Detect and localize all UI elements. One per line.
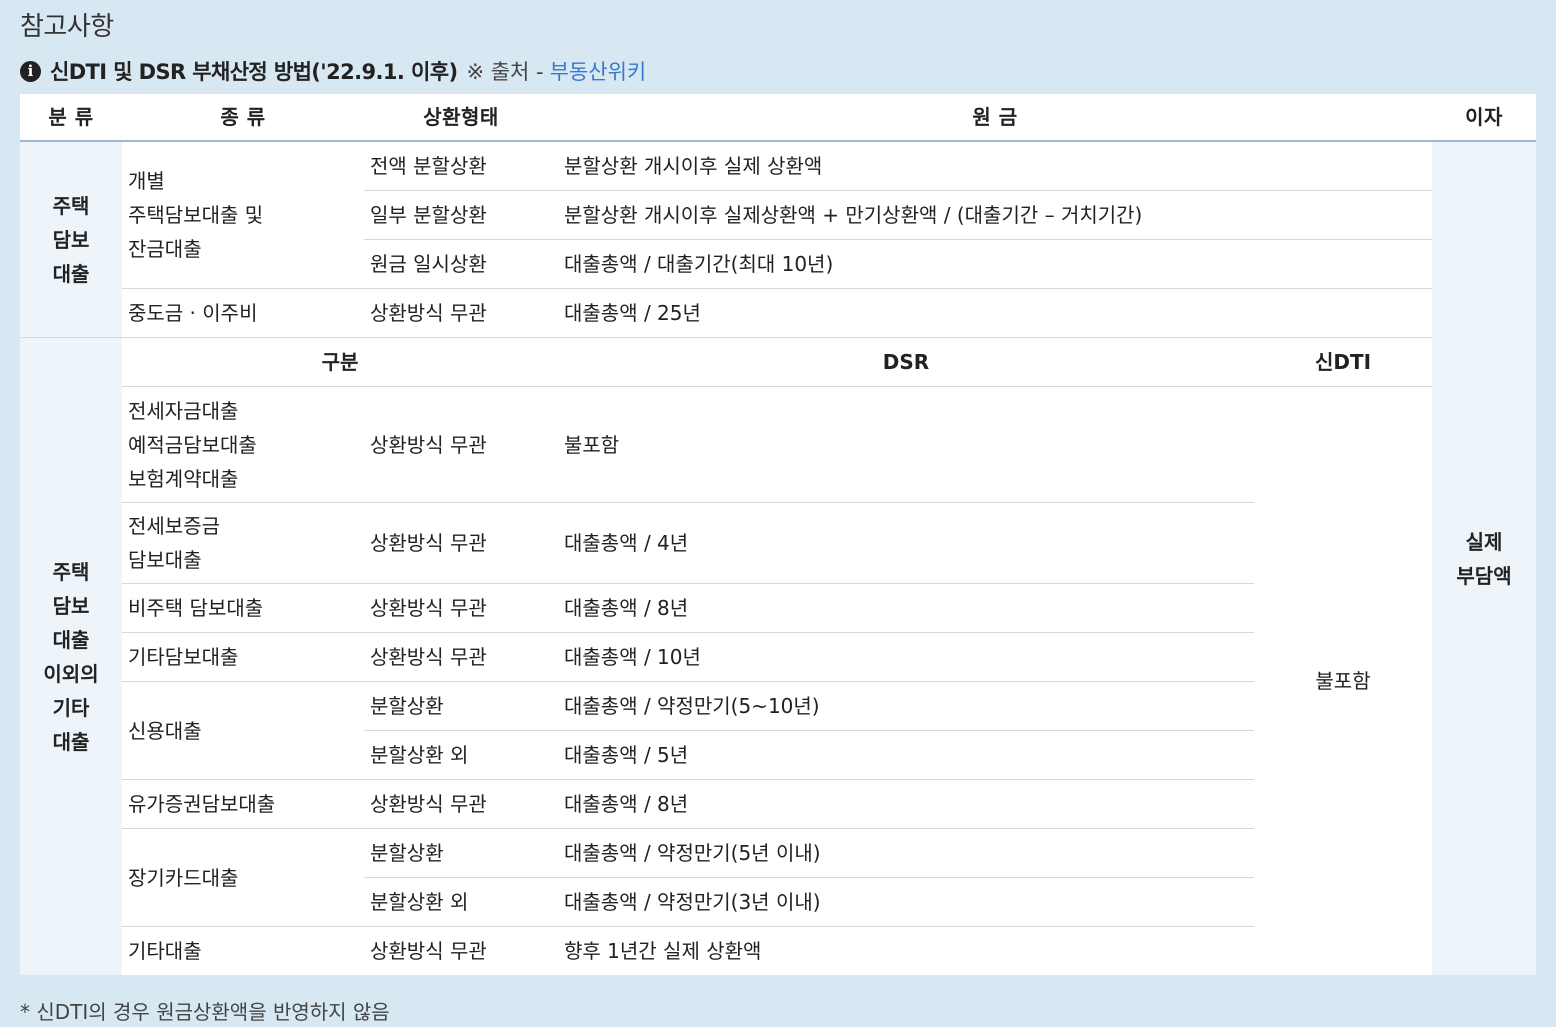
- repayment-cell: 분할상환: [364, 681, 558, 731]
- header-repayment: 상환형태: [364, 94, 558, 142]
- principal-cell: 대출총액 / 대출기간(최대 10년): [558, 239, 1433, 289]
- repayment-cell: 상환방식 무관: [364, 779, 558, 829]
- type-cell: 기타대출: [122, 926, 364, 975]
- repayment-cell: 상환방식 무관: [364, 288, 558, 338]
- type-cell: 전세보증금 담보대출: [122, 502, 364, 584]
- type-cell: 신용대출: [122, 681, 364, 780]
- footnote: * 신DTI의 경우 원금상환액을 반영하지 않음: [20, 1000, 390, 1024]
- new-dti-value: 불포함: [1254, 386, 1433, 975]
- repayment-cell: 상환방식 무관: [364, 926, 558, 975]
- source-label: ※ 출처 -: [466, 60, 544, 84]
- category-housing-loan: 주택 담보 대출: [20, 141, 122, 338]
- table-title: 신DTI 및 DSR 부채산정 방법('22.9.1. 이후): [50, 60, 458, 84]
- table-row: 주택 담보 대출 개별 주택담보대출 및 잔금대출 전액 분할상환 분할상환 개…: [20, 141, 1537, 975]
- repayment-cell: 분할상환 외: [364, 730, 558, 780]
- repayment-cell: 원금 일시상환: [364, 239, 558, 289]
- interest-value: 실제 부담액: [1432, 141, 1537, 975]
- type-individual-mortgage: 개별 주택담보대출 및 잔금대출: [122, 141, 364, 289]
- dsr-cell: 대출총액 / 5년: [558, 730, 1254, 780]
- repayment-cell: 상환방식 무관: [364, 502, 558, 584]
- header-category: 분 류: [20, 94, 122, 142]
- header-type: 종 류: [122, 94, 364, 142]
- repayment-cell: 일부 분할상환: [364, 190, 558, 240]
- header-principal: 원 금: [558, 94, 1433, 142]
- subheader-dsr: DSR: [558, 337, 1254, 387]
- dsr-cell: 불포함: [558, 386, 1254, 503]
- principal-cell: 분할상환 개시이후 실제 상환액: [558, 141, 1433, 191]
- repayment-cell: 분할상환 외: [364, 877, 558, 927]
- section-title: 참고사항: [20, 12, 114, 42]
- header-interest: 이자: [1432, 94, 1537, 142]
- source-link[interactable]: 부동산위키: [550, 56, 647, 86]
- repayment-cell: 상환방식 무관: [364, 583, 558, 633]
- dsr-cell: 대출총액 / 약정만기(3년 이내): [558, 877, 1254, 927]
- table-header-row: 분 류 종 류 상환형태 원 금 이자: [20, 94, 1537, 142]
- sub-header-row: 주택 담보 대출 이외의 기타 대출 구분 DSR 신DTI: [20, 337, 1536, 975]
- dsr-cell: 대출총액 / 4년: [558, 502, 1254, 584]
- subheader-new-dti: 신DTI: [1254, 337, 1433, 387]
- dsr-cell: 대출총액 / 10년: [558, 632, 1254, 682]
- reference-table-container: 분 류 종 류 상환형태 원 금 이자 주택 담보 대출 개별 주택담보대출 및…: [20, 94, 1537, 975]
- type-cell: 비주택 담보대출: [122, 583, 364, 633]
- reference-table: 분 류 종 류 상환형태 원 금 이자 주택 담보 대출 개별 주택담보대출 및…: [20, 94, 1537, 975]
- category-other-loans: 주택 담보 대출 이외의 기타 대출: [20, 337, 122, 975]
- dsr-cell: 대출총액 / 약정만기(5~10년): [558, 681, 1254, 731]
- dsr-cell: 향후 1년간 실제 상환액: [558, 926, 1254, 975]
- repayment-cell: 전액 분할상환: [364, 141, 558, 191]
- dsr-cell: 대출총액 / 8년: [558, 583, 1254, 633]
- type-cell: 중도금 · 이주비: [122, 288, 364, 338]
- repayment-cell: 상환방식 무관: [364, 386, 558, 503]
- repayment-cell: 상환방식 무관: [364, 632, 558, 682]
- info-icon: i: [20, 60, 41, 82]
- type-cell: 유가증권담보대출: [122, 779, 364, 829]
- principal-cell: 분할상환 개시이후 실제상환액 + 만기상환액 / (대출기간 – 거치기간): [558, 190, 1433, 240]
- dsr-cell: 대출총액 / 8년: [558, 779, 1254, 829]
- dsr-cell: 대출총액 / 약정만기(5년 이내): [558, 828, 1254, 878]
- principal-cell: 대출총액 / 25년: [558, 288, 1433, 338]
- subheader-division: 구분: [122, 337, 558, 387]
- type-cell: 전세자금대출 예적금담보대출 보험계약대출: [122, 386, 364, 503]
- table-row: 전세자금대출 예적금담보대출 보험계약대출 상환방식 무관 불포함 불포함: [20, 386, 1536, 975]
- type-cell: 기타담보대출: [122, 632, 364, 682]
- type-cell: 장기카드대출: [122, 828, 364, 927]
- table-row: 중도금 · 이주비 상환방식 무관 대출총액 / 25년: [20, 288, 1536, 338]
- table-subheading: i 신DTI 및 DSR 부채산정 방법('22.9.1. 이후) ※ 출처 -…: [20, 56, 646, 86]
- repayment-cell: 분할상환: [364, 828, 558, 878]
